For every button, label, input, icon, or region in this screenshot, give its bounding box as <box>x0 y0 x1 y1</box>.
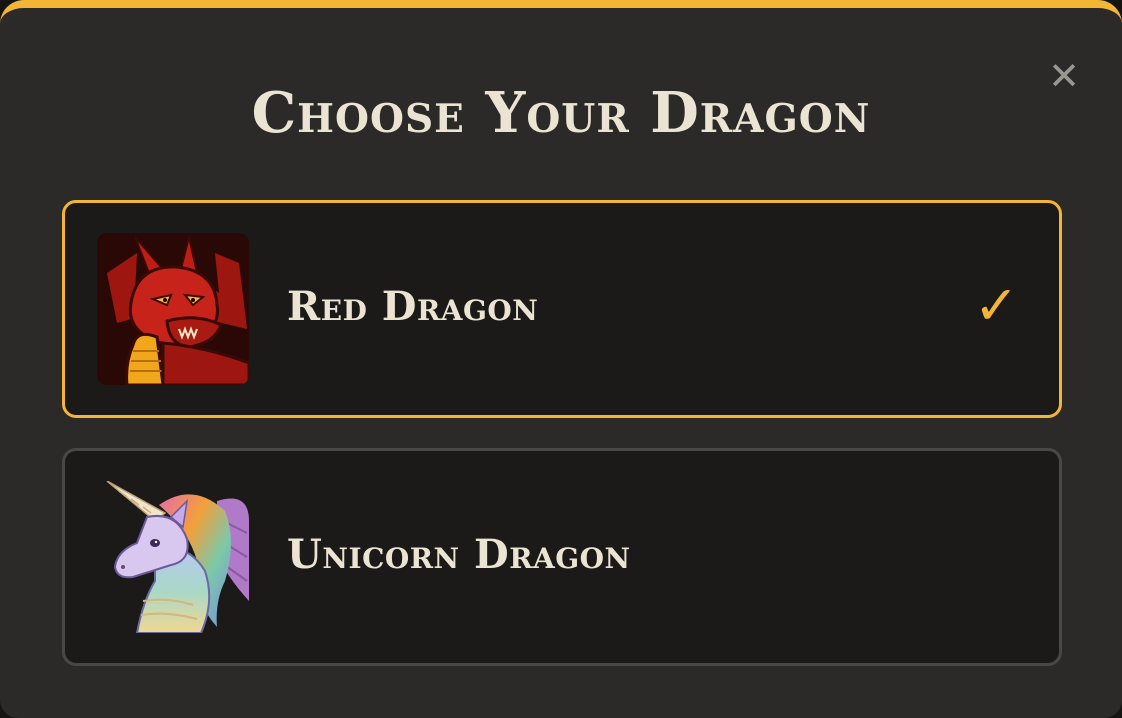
option-red-dragon[interactable]: Red Dragon ✓ <box>62 200 1062 418</box>
option-label: Red Dragon <box>287 283 539 330</box>
choose-dragon-dialog: ✕ Choose Your Dragon Red Dragon ✓ Unicor… <box>0 0 1122 718</box>
red-dragon-image <box>97 233 249 385</box>
unicorn-dragon-portrait <box>97 481 249 633</box>
check-icon: ✓ <box>973 274 1019 337</box>
option-unicorn-dragon[interactable]: Unicorn Dragon <box>62 448 1062 666</box>
red-dragon-portrait <box>97 233 249 385</box>
dialog-title: Choose Your Dragon <box>251 80 871 146</box>
option-label: Unicorn Dragon <box>287 531 631 578</box>
unicorn-dragon-image <box>97 481 249 633</box>
